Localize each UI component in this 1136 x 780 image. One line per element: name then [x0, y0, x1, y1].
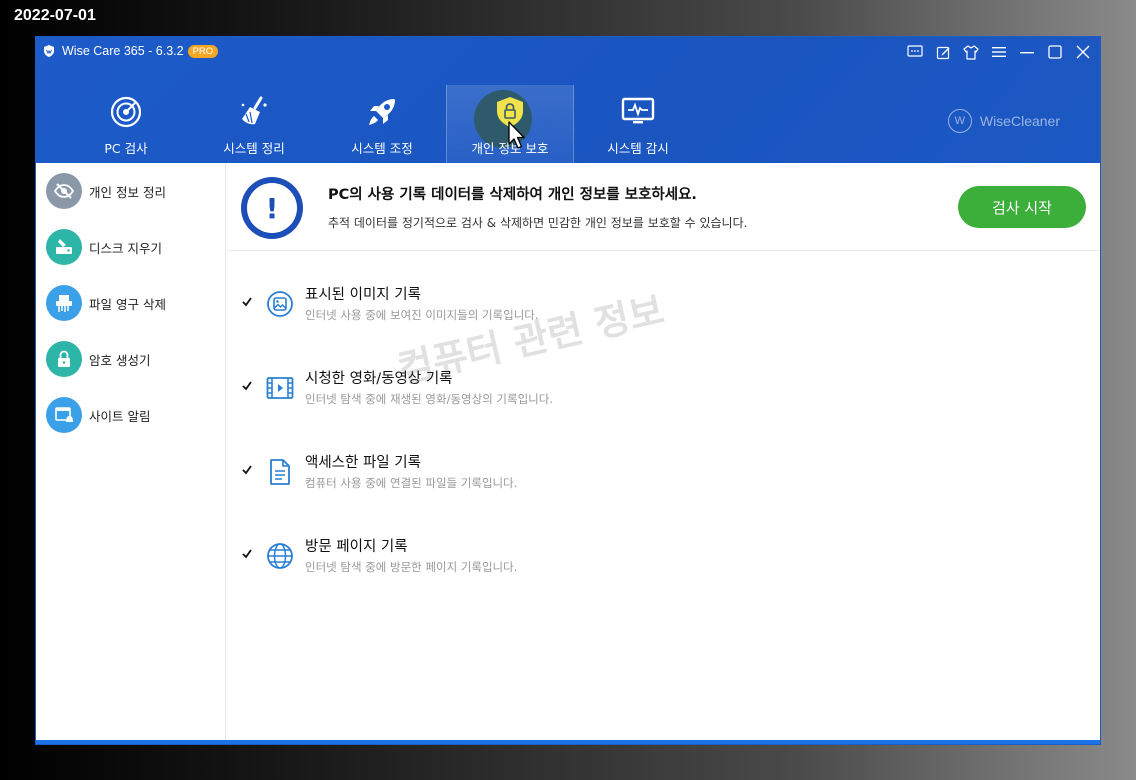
- item-title: 방문 페이지 기록: [305, 539, 408, 555]
- close-icon[interactable]: [1074, 43, 1092, 61]
- tab-label: 개인 정보 보호: [471, 141, 549, 156]
- maximize-icon[interactable]: [1046, 43, 1064, 61]
- app-window: Wise Care 365 - 6.3.2 PRO PC 검사 시스템 정리 시…: [35, 36, 1101, 745]
- checkbox[interactable]: [240, 463, 254, 477]
- rocket-icon: [365, 95, 399, 129]
- sidebar-item-password-generator[interactable]: 암호 생성기: [46, 341, 221, 377]
- edit-icon[interactable]: [934, 43, 952, 61]
- disk-eraser-icon: [46, 229, 82, 265]
- shield-lock-icon: [493, 95, 527, 129]
- date-stamp: 2022-07-01: [14, 7, 96, 24]
- scan-start-button[interactable]: 검사 시작: [958, 186, 1086, 228]
- checkbox[interactable]: [240, 547, 254, 561]
- web-bell-icon: [46, 397, 82, 433]
- wisecleaner-brand[interactable]: W WiseCleaner: [947, 109, 1060, 133]
- wisecleaner-logo-icon: W: [947, 109, 972, 133]
- skin-icon[interactable]: [962, 43, 980, 61]
- shredder-icon: [46, 285, 82, 321]
- tab-pc-scan[interactable]: PC 검사: [62, 85, 190, 163]
- feedback-icon[interactable]: [906, 43, 924, 61]
- sidebar-item-label: 암호 생성기: [89, 352, 151, 368]
- tab-label: 시스템 정리: [223, 141, 285, 156]
- sidebar-item-disk-wipe[interactable]: 디스크 지우기: [46, 229, 221, 265]
- info-banner: ! PC의 사용 기록 데이터를 삭제하여 개인 정보를 보호하세요. 추적 데…: [227, 163, 1100, 251]
- sidebar: 개인 정보 정리 디스크 지우기 파일 영구 삭제 암호 생성기 사이트 알림: [36, 163, 226, 744]
- minimize-icon[interactable]: [1018, 43, 1036, 61]
- pro-badge: PRO: [187, 44, 219, 58]
- tab-privacy-protect[interactable]: 개인 정보 보호: [446, 85, 574, 163]
- sidebar-item-label: 디스크 지우기: [89, 240, 162, 256]
- brand-name: WiseCleaner: [979, 113, 1060, 129]
- menu-icon[interactable]: [990, 43, 1008, 61]
- tab-label: 시스템 감시: [607, 141, 669, 156]
- checkbox[interactable]: [240, 379, 254, 393]
- tab-label: 시스템 조정: [351, 141, 413, 156]
- item-description: 인터넷 탐색 중에 재생된 영화/동영상의 기록입니다.: [305, 392, 553, 406]
- film-icon: [265, 373, 295, 403]
- list-item-image-history: 표시된 이미지 기록 인터넷 사용 중에 보여진 이미지들의 기록입니다.: [227, 273, 1087, 333]
- lock-icon: [46, 341, 82, 377]
- app-logo-icon: [42, 44, 56, 58]
- item-title: 표시된 이미지 기록: [305, 287, 421, 303]
- list-item-page-history: 방문 페이지 기록 인터넷 탐색 중에 방문한 페이지 기록입니다.: [227, 525, 1087, 585]
- tab-system-monitor[interactable]: 시스템 감시: [574, 85, 702, 163]
- list-item-video-history: 시청한 영화/동영상 기록 인터넷 탐색 중에 재생된 영화/동영상의 기록입니…: [227, 357, 1087, 417]
- sidebar-item-label: 사이트 알림: [89, 408, 151, 424]
- item-title: 시청한 영화/동영상 기록: [305, 371, 453, 387]
- window-controls: [906, 43, 1092, 61]
- item-description: 컴퓨터 사용 중에 연결된 파일들 기록입니다.: [305, 476, 518, 490]
- tab-system-tune[interactable]: 시스템 조정: [318, 85, 446, 163]
- item-title: 액세스한 파일 기록: [305, 455, 421, 471]
- sidebar-item-privacy-clean[interactable]: 개인 정보 정리: [46, 173, 221, 209]
- eye-off-icon: [46, 173, 82, 209]
- privacy-item-list: 표시된 이미지 기록 인터넷 사용 중에 보여진 이미지들의 기록입니다. 시청…: [227, 251, 1100, 744]
- item-description: 인터넷 사용 중에 보여진 이미지들의 기록입니다.: [305, 308, 539, 322]
- list-item-file-history: 액세스한 파일 기록 컴퓨터 사용 중에 연결된 파일들 기록입니다.: [227, 441, 1087, 501]
- alert-icon: !: [241, 177, 303, 239]
- sidebar-item-label: 개인 정보 정리: [89, 184, 166, 200]
- banner-title: PC의 사용 기록 데이터를 삭제하여 개인 정보를 보호하세요.: [328, 187, 697, 203]
- tab-system-clean[interactable]: 시스템 정리: [190, 85, 318, 163]
- banner-description: 추적 데이터를 정기적으로 검사 & 삭제하면 민감한 개인 정보를 보호할 수…: [328, 216, 748, 230]
- document-icon: [265, 457, 295, 487]
- monitor-icon: [621, 95, 655, 129]
- title-bar: Wise Care 365 - 6.3.2 PRO: [36, 37, 1100, 65]
- globe-icon: [265, 541, 295, 571]
- sidebar-item-label: 파일 영구 삭제: [89, 296, 166, 312]
- app-header: Wise Care 365 - 6.3.2 PRO PC 검사 시스템 정리 시…: [36, 37, 1100, 163]
- item-description: 인터넷 탐색 중에 방문한 페이지 기록입니다.: [305, 560, 518, 574]
- tab-label: PC 검사: [104, 141, 148, 156]
- main-nav: PC 검사 시스템 정리 시스템 조정 개인 정보 보호 시스템 감시: [62, 85, 702, 163]
- sidebar-item-file-shred[interactable]: 파일 영구 삭제: [46, 285, 221, 321]
- bottom-accent-bar: [36, 740, 1100, 744]
- checkbox[interactable]: [240, 295, 254, 309]
- image-icon: [265, 289, 295, 319]
- sidebar-item-site-alert[interactable]: 사이트 알림: [46, 397, 221, 433]
- broom-icon: [237, 95, 271, 129]
- app-title: Wise Care 365 - 6.3.2: [62, 44, 184, 58]
- radar-icon: [109, 95, 143, 129]
